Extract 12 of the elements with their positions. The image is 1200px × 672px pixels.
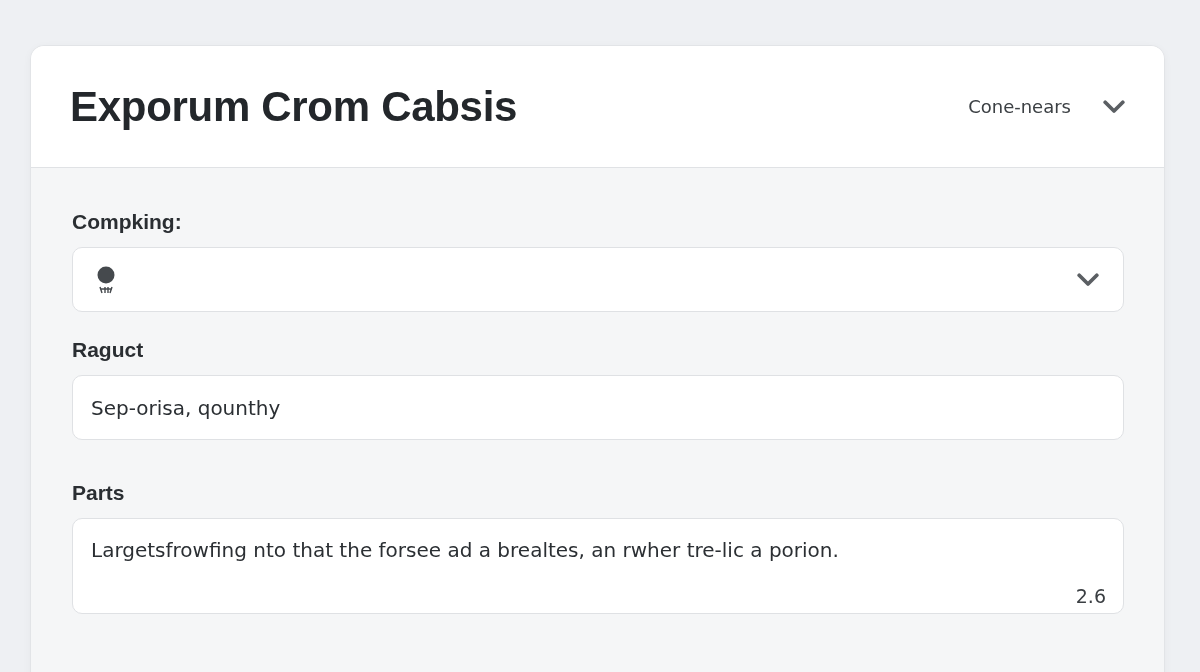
field-label: Parts xyxy=(72,482,125,504)
select-field[interactable] xyxy=(72,247,1124,312)
text-input[interactable]: Sep-orisa, qounthy xyxy=(72,375,1124,440)
field-label: Compking: xyxy=(72,211,182,233)
caret-icon xyxy=(1077,272,1099,287)
caret-icon xyxy=(1103,99,1125,114)
dropdown-button[interactable]: Cone-nears xyxy=(968,96,1125,117)
field-label: Raguct xyxy=(72,339,144,361)
character-count: 2.6 xyxy=(1075,585,1106,607)
page-title: Exporum Crom Cabsis xyxy=(70,82,518,131)
round-marker-icon xyxy=(97,265,115,294)
text-area[interactable]: Largetsfrowfing nto that the forsee ad a brealtes, an rwher tre-lic a porion. 2.6 xyxy=(72,518,1124,614)
